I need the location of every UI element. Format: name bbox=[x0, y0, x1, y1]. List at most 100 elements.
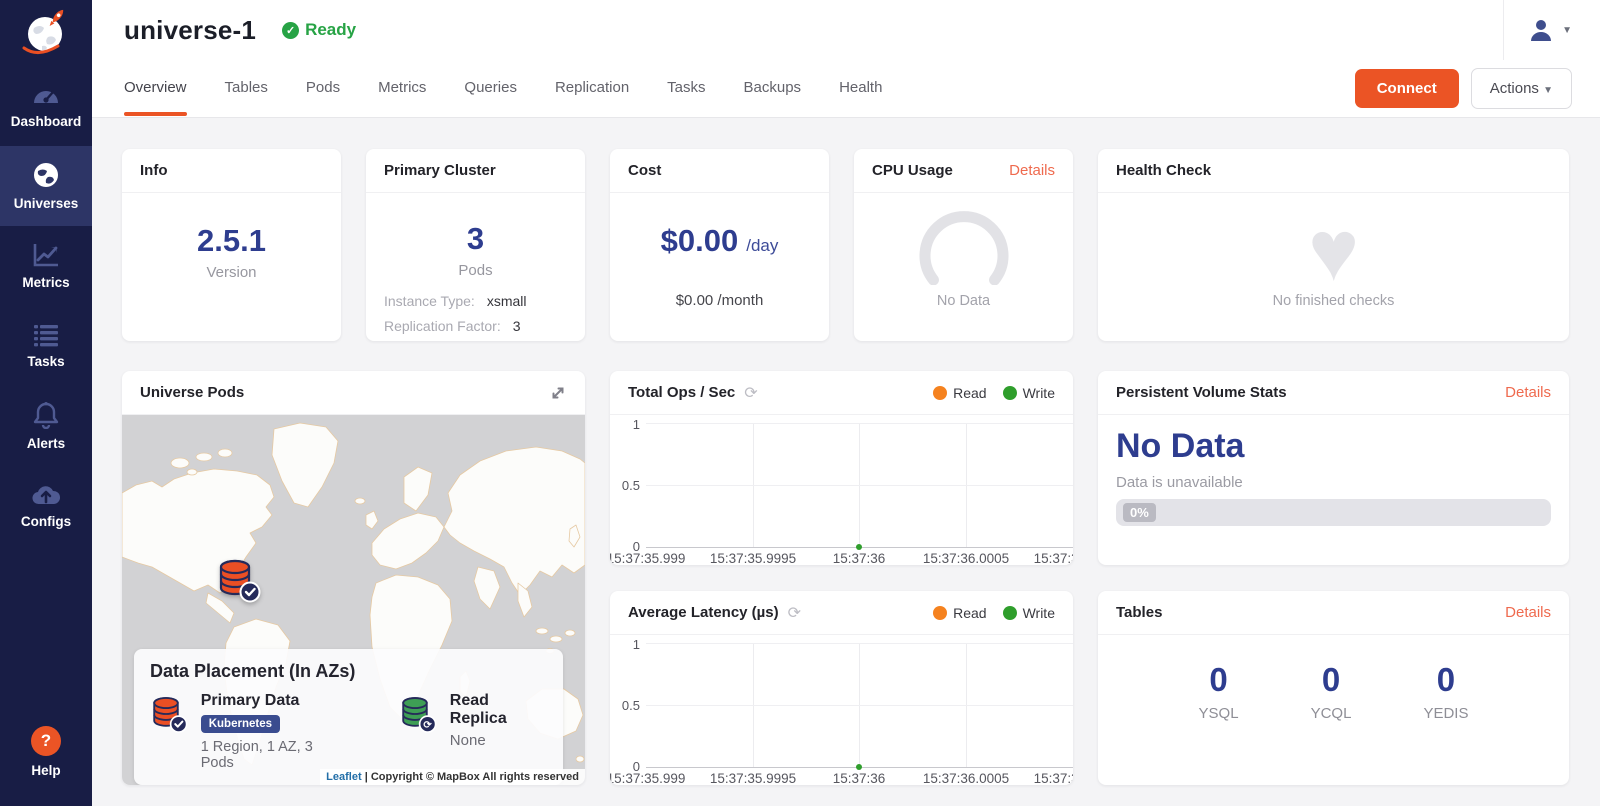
y-tick: 0.5 bbox=[610, 478, 640, 493]
card-title: Info bbox=[140, 162, 168, 179]
user-menu[interactable]: ▼ bbox=[1503, 0, 1572, 60]
sidebar-item-label: Help bbox=[31, 763, 60, 778]
x-tick: 15:37:36.0005 bbox=[923, 771, 1009, 785]
primary-data-map-marker[interactable] bbox=[216, 557, 262, 603]
tab-bar: Overview Tables Pods Metrics Queries Rep… bbox=[124, 60, 882, 117]
primary-database-icon bbox=[150, 692, 189, 736]
primary-data-group: Primary Data Kubernetes 1 Region, 1 AZ, … bbox=[150, 692, 345, 771]
chart-line-icon bbox=[32, 242, 60, 268]
health-check-card: Health Check ♥ No finished checks bbox=[1098, 149, 1569, 341]
x-tick: 15:37:36 bbox=[833, 551, 886, 565]
primary-data-label: Primary Data bbox=[201, 692, 345, 710]
status-label: Ready bbox=[305, 20, 356, 40]
sidebar: Dashboard Universes Metrics Tasks bbox=[0, 0, 92, 806]
chevron-down-icon: ▼ bbox=[1543, 85, 1553, 96]
sidebar-item-configs[interactable]: Configs bbox=[0, 466, 92, 546]
card-title: CPU Usage bbox=[872, 162, 953, 179]
tab-pods[interactable]: Pods bbox=[306, 61, 340, 116]
planet-rocket-logo-icon bbox=[18, 6, 74, 60]
version-label: Version bbox=[206, 264, 256, 281]
read-replica-group: ⟳ Read Replica None bbox=[399, 692, 547, 771]
sidebar-item-dashboard[interactable]: Dashboard bbox=[0, 66, 92, 146]
tab-tables[interactable]: Tables bbox=[225, 61, 268, 116]
replication-factor-row: Replication Factor: 3 bbox=[384, 318, 567, 334]
tab-backups[interactable]: Backups bbox=[744, 61, 802, 116]
chart-title: Total Ops / Sec bbox=[628, 384, 735, 401]
attribution-text: | Copyright © MapBox All rights reserved bbox=[365, 771, 579, 783]
tab-queries[interactable]: Queries bbox=[464, 61, 517, 116]
data-placement-title: Data Placement (In AZs) bbox=[150, 661, 547, 682]
primary-data-detail: 1 Region, 1 AZ, 3 Pods bbox=[201, 739, 345, 771]
refresh-icon[interactable]: ⟳ bbox=[788, 603, 801, 623]
pods-label: Pods bbox=[458, 262, 492, 279]
pvs-empty-text: No Data bbox=[1116, 427, 1569, 466]
read-replica-detail: None bbox=[450, 732, 547, 749]
cpu-empty-text: No Data bbox=[937, 293, 990, 309]
header: universe-1 ✓ Ready ▼ Overview Tables Pod… bbox=[92, 0, 1600, 118]
user-icon bbox=[1528, 17, 1554, 43]
actions-dropdown[interactable]: Actions ▼ bbox=[1471, 68, 1572, 109]
health-empty-text: No finished checks bbox=[1098, 293, 1569, 309]
ycql-stat: 0 YCQL bbox=[1311, 661, 1352, 722]
write-data-point bbox=[856, 544, 862, 550]
tables-card: Tables Details 0 YSQL 0 YCQL 0 YEDIS bbox=[1098, 591, 1569, 785]
instance-type-row: Instance Type: xsmall bbox=[384, 293, 567, 309]
tab-tasks[interactable]: Tasks bbox=[667, 61, 705, 116]
persistent-volume-stats-card: Persistent Volume Stats Details No Data … bbox=[1098, 371, 1569, 565]
read-dot-icon bbox=[933, 606, 947, 620]
cost-per-day: $0.00 bbox=[661, 223, 739, 259]
tab-metrics[interactable]: Metrics bbox=[378, 61, 426, 116]
sidebar-item-label: Metrics bbox=[22, 275, 69, 290]
world-map[interactable]: Data Placement (In AZs) bbox=[122, 415, 585, 785]
sidebar-item-label: Universes bbox=[14, 196, 79, 211]
pods-count: 3 bbox=[467, 221, 484, 257]
connect-button[interactable]: Connect bbox=[1355, 69, 1459, 108]
tab-overview[interactable]: Overview bbox=[124, 61, 187, 116]
chevron-down-icon: ▼ bbox=[1562, 25, 1572, 36]
bell-icon bbox=[33, 401, 59, 429]
tab-replication[interactable]: Replication bbox=[555, 61, 629, 116]
pvs-sub-text: Data is unavailable bbox=[1116, 474, 1569, 491]
sidebar-item-metrics[interactable]: Metrics bbox=[0, 226, 92, 306]
write-dot-icon bbox=[1003, 386, 1017, 400]
card-title: Persistent Volume Stats bbox=[1116, 384, 1287, 401]
card-title: Cost bbox=[628, 162, 661, 179]
x-tick: 15:37:36 bbox=[833, 771, 886, 785]
ysql-stat: 0 YSQL bbox=[1199, 661, 1239, 722]
legend-write: Write bbox=[1003, 605, 1055, 621]
sidebar-item-help[interactable]: ? Help bbox=[0, 712, 92, 792]
legend-read: Read bbox=[933, 385, 986, 401]
chart-legend: Read Write bbox=[933, 605, 1055, 621]
expand-icon[interactable] bbox=[549, 384, 567, 402]
main-content: Info 2.5.1 Version Primary Cluster 3 Pod… bbox=[92, 118, 1600, 806]
chart-title: Average Latency (µs) bbox=[628, 604, 779, 621]
tab-health[interactable]: Health bbox=[839, 61, 882, 116]
heart-icon: ♥ bbox=[1098, 211, 1569, 291]
sidebar-item-label: Dashboard bbox=[11, 114, 82, 129]
pvs-details-link[interactable]: Details bbox=[1505, 384, 1551, 401]
gauge-arc-icon bbox=[912, 207, 1016, 285]
yedis-stat: 0 YEDIS bbox=[1423, 661, 1468, 722]
pvs-progress-value: 0% bbox=[1123, 503, 1156, 522]
cpu-details-link[interactable]: Details bbox=[1009, 162, 1055, 179]
pvs-progress-bar: 0% bbox=[1116, 499, 1551, 526]
globe-icon bbox=[32, 161, 60, 189]
x-tick: 15:37:35.9995 bbox=[710, 551, 796, 565]
sidebar-item-universes[interactable]: Universes bbox=[0, 146, 92, 226]
legend-write: Write bbox=[1003, 385, 1055, 401]
sidebar-item-alerts[interactable]: Alerts bbox=[0, 386, 92, 466]
version-value: 2.5.1 bbox=[197, 223, 266, 259]
sidebar-item-label: Alerts bbox=[27, 436, 65, 451]
refresh-icon[interactable]: ⟳ bbox=[744, 383, 757, 403]
cpu-usage-card: CPU Usage Details No Data bbox=[854, 149, 1073, 341]
x-tick: 15:37:35.999 bbox=[610, 551, 685, 565]
check-circle-icon: ✓ bbox=[282, 22, 299, 39]
cloud-upload-icon bbox=[31, 483, 61, 507]
sidebar-item-tasks[interactable]: Tasks bbox=[0, 306, 92, 386]
leaflet-link[interactable]: Leaflet bbox=[326, 771, 361, 783]
app-logo[interactable] bbox=[0, 0, 92, 66]
x-tick: 15:37:36.001 bbox=[1034, 551, 1073, 565]
total-ops-chart-card: Total Ops / Sec ⟳ Read Write 1 0.5 0 15:… bbox=[610, 371, 1073, 565]
tables-details-link[interactable]: Details bbox=[1505, 604, 1551, 621]
data-placement-panel: Data Placement (In AZs) bbox=[134, 649, 563, 785]
